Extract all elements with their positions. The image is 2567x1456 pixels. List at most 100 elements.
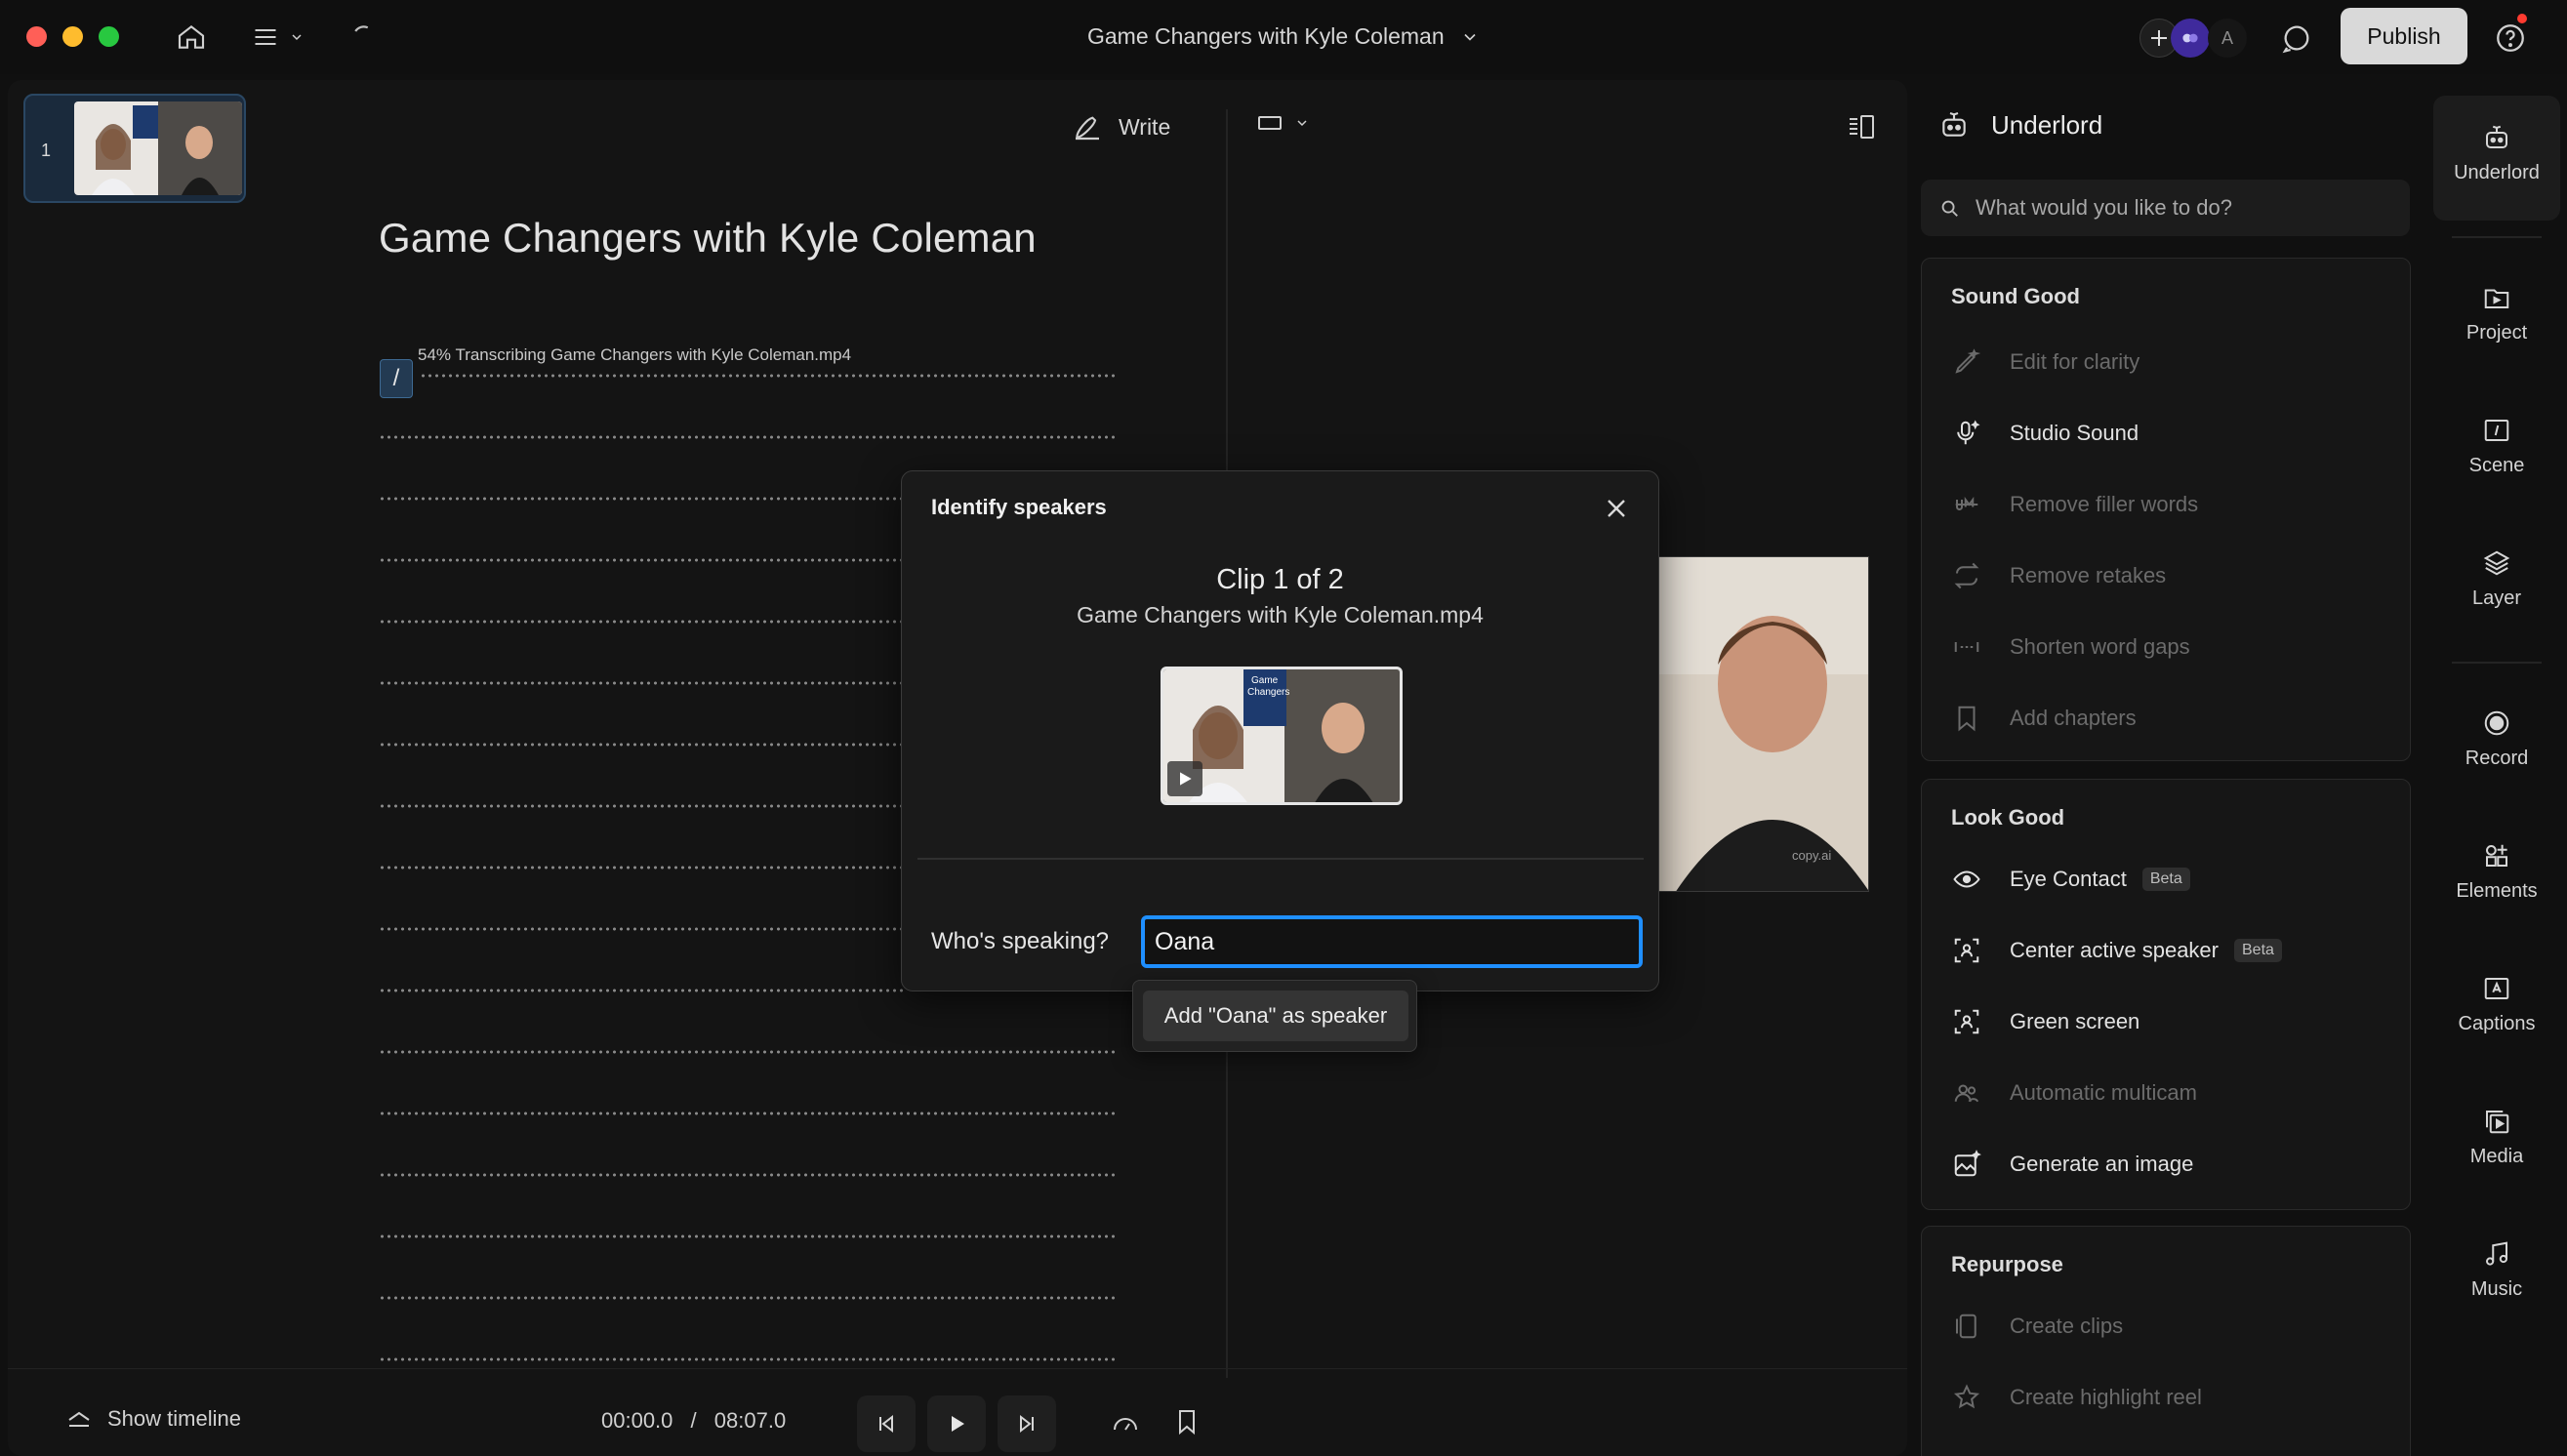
play-button[interactable] — [927, 1395, 986, 1452]
remove-filler-words-item[interactable]: Remove filler words — [1951, 489, 2198, 520]
sync-spinner-icon — [349, 21, 379, 51]
show-timeline-button[interactable]: Show timeline — [66, 1406, 241, 1432]
rail-label: Record — [2465, 748, 2529, 769]
write-label: Write — [1119, 113, 1171, 140]
aspect-ratio-icon — [1258, 116, 1282, 130]
scene-thumbnail[interactable]: 1 — [23, 94, 246, 203]
green-screen-icon — [1951, 1006, 1982, 1037]
rail-music[interactable]: Music — [2433, 1239, 2560, 1301]
item-label: Remove filler words — [2010, 492, 2199, 516]
group-avatar-icon — [2182, 33, 2198, 43]
transcript-placeholder-line — [379, 1049, 1117, 1055]
center-active-speaker-item[interactable]: Center active speaker Beta — [1951, 935, 2282, 966]
rail-label: Layer — [2471, 587, 2522, 609]
create-clips-item[interactable]: Create clips — [1951, 1311, 2123, 1342]
transcribing-status: 54% Transcribing Game Changers with Kyle… — [418, 345, 852, 364]
item-label: Add chapters — [2010, 706, 2137, 730]
transcript-placeholder-line — [379, 865, 906, 870]
underlord-search-input[interactable] — [1976, 195, 2385, 221]
rail-media[interactable]: Media — [2433, 1107, 2560, 1168]
collaborator-avatar[interactable] — [2171, 19, 2210, 58]
dialog-title: Identify speakers — [931, 495, 1107, 519]
generate-image-item[interactable]: Generate an image — [1951, 1149, 2193, 1180]
rail-label: Underlord — [2454, 162, 2540, 183]
skip-forward-icon — [1020, 1414, 1034, 1434]
user-avatar[interactable]: A — [2208, 19, 2247, 58]
clip-filename: Game Changers with Kyle Coleman.mp4 — [1077, 602, 1484, 627]
rail-label: Elements — [2456, 880, 2538, 902]
playback-speed-icon[interactable] — [1111, 1410, 1140, 1437]
identify-speakers-dialog: Identify speakers Clip 1 of 2 Game Chang… — [901, 470, 1659, 991]
music-icon — [2486, 1241, 2507, 1266]
add-chapters-item[interactable]: Add chapters — [1951, 703, 2137, 734]
studio-sound-item[interactable]: Studio Sound — [1951, 418, 2139, 449]
rail-underlord[interactable]: Underlord — [2433, 123, 2560, 184]
rail-label: Media — [2469, 1146, 2524, 1167]
edit-for-clarity-item[interactable]: Edit for clarity — [1951, 346, 2139, 378]
close-window-button[interactable] — [26, 26, 47, 47]
time-separator: / — [690, 1408, 697, 1433]
robot-icon — [2486, 125, 2507, 148]
play-icon[interactable] — [1167, 761, 1202, 796]
skip-forward-button[interactable] — [998, 1395, 1056, 1452]
video-preview[interactable]: copy.ai — [1654, 556, 1869, 892]
rail-captions[interactable]: Captions — [2433, 974, 2560, 1035]
chevron-down-icon — [1464, 33, 1476, 41]
zoom-window-button[interactable] — [99, 26, 119, 47]
layout-dropdown[interactable] — [1257, 113, 1310, 133]
shorten-word-gaps-item[interactable]: Shorten word gaps — [1951, 631, 2190, 663]
toggle-panel-icon[interactable] — [1847, 113, 1876, 141]
skip-back-button[interactable] — [857, 1395, 916, 1452]
hamburger-icon — [255, 28, 276, 46]
speaker-frame-icon — [1951, 935, 1982, 966]
add-speaker-option[interactable]: Add "Oana" as speaker — [1143, 991, 1408, 1041]
look-good-section: Look Good Eye Contact Beta Center active… — [1921, 779, 2411, 1210]
item-label: Center active speaker — [2010, 938, 2219, 962]
rail-scene[interactable]: Scene — [2433, 416, 2560, 477]
document-title-dropdown[interactable]: Game Changers with Kyle Coleman — [1087, 23, 1480, 50]
svg-text:Changers: Changers — [1247, 687, 1289, 698]
transcript-placeholder-line — [379, 988, 906, 993]
transcript-placeholder-line — [379, 926, 906, 932]
transcript-placeholder-line — [379, 619, 906, 625]
underlord-search[interactable] — [1921, 180, 2410, 236]
item-label: Eye Contact — [2010, 867, 2127, 891]
rail-project[interactable]: Project — [2433, 283, 2560, 344]
home-icon[interactable] — [176, 21, 207, 53]
clip-thumbnail[interactable]: Game Changers — [1161, 667, 1403, 805]
automatic-multicam-item[interactable]: Automatic multicam — [1951, 1077, 2197, 1109]
close-icon[interactable] — [1601, 493, 1632, 524]
green-screen-item[interactable]: Green screen — [1951, 1006, 2139, 1037]
transcript-placeholder-line — [379, 1234, 1117, 1239]
captions-icon — [2484, 978, 2509, 999]
transport-bar: Show timeline 00:00.0 / 08:07.0 — [8, 1368, 1907, 1456]
create-highlight-reel-item[interactable]: Create highlight reel — [1951, 1382, 2202, 1413]
transcript-placeholder-line — [379, 742, 906, 748]
comments-icon[interactable] — [2280, 21, 2313, 55]
project-icon — [2484, 289, 2509, 308]
transcript-placeholder-line — [379, 1172, 1117, 1178]
menu-button[interactable] — [252, 23, 305, 51]
bookmark-icon[interactable] — [1175, 1408, 1199, 1436]
rail-elements[interactable]: Elements — [2433, 841, 2560, 903]
rail-record[interactable]: Record — [2433, 708, 2560, 770]
item-label: Create clips — [2010, 1314, 2124, 1338]
publish-button[interactable]: Publish — [2341, 8, 2467, 64]
star-icon — [1951, 1382, 1982, 1413]
minimize-window-button[interactable] — [62, 26, 83, 47]
media-icon — [2486, 1111, 2509, 1134]
remove-retakes-item[interactable]: Remove retakes — [1951, 560, 2166, 591]
speaker-name-input[interactable] — [1141, 915, 1643, 968]
record-icon — [2484, 710, 2509, 736]
rail-label: Captions — [2458, 1013, 2536, 1034]
item-label: Generate an image — [2010, 1152, 2194, 1176]
clips-icon — [1951, 1311, 1982, 1342]
help-icon[interactable] — [2494, 14, 2527, 55]
rail-layer[interactable]: Layer — [2433, 548, 2560, 610]
search-icon — [1941, 200, 1958, 217]
write-mode-button[interactable]: Write — [1072, 111, 1170, 142]
eye-contact-item[interactable]: Eye Contact Beta — [1951, 864, 2190, 895]
beta-badge: Beta — [2234, 939, 2282, 962]
timecode: 00:00.0 / 08:07.0 — [601, 1408, 786, 1434]
repurpose-section: Repurpose Create clips Create highlight … — [1921, 1226, 2411, 1456]
